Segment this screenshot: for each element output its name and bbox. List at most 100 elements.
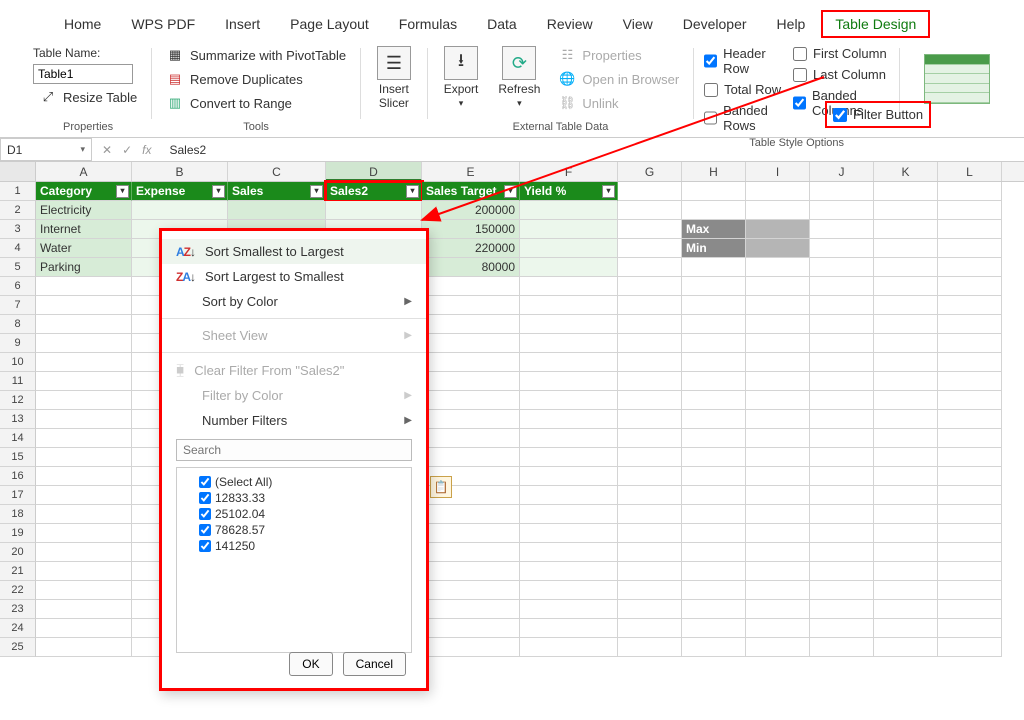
tab-insert[interactable]: Insert	[211, 10, 274, 38]
empty-cell[interactable]	[618, 372, 682, 391]
empty-cell[interactable]	[36, 562, 132, 581]
empty-cell[interactable]	[682, 524, 746, 543]
empty-cell[interactable]	[682, 562, 746, 581]
empty-cell[interactable]	[422, 524, 520, 543]
table-cell[interactable]	[520, 220, 618, 239]
empty-cell[interactable]	[874, 239, 938, 258]
empty-cell[interactable]	[422, 543, 520, 562]
empty-cell[interactable]	[938, 353, 1002, 372]
empty-cell[interactable]	[618, 410, 682, 429]
empty-cell[interactable]	[520, 277, 618, 296]
empty-cell[interactable]	[938, 239, 1002, 258]
empty-cell[interactable]	[938, 600, 1002, 619]
table-header-sales target[interactable]: Sales Target▾	[422, 182, 520, 201]
empty-cell[interactable]	[618, 353, 682, 372]
row-header-10[interactable]: 10	[0, 353, 36, 372]
empty-cell[interactable]	[810, 258, 874, 277]
row-header-12[interactable]: 12	[0, 391, 36, 410]
empty-cell[interactable]	[422, 448, 520, 467]
empty-cell[interactable]	[810, 410, 874, 429]
table-cell[interactable]	[228, 201, 326, 220]
row-header-2[interactable]: 2	[0, 201, 36, 220]
empty-cell[interactable]	[810, 448, 874, 467]
empty-cell[interactable]	[746, 410, 810, 429]
empty-cell[interactable]	[682, 581, 746, 600]
empty-cell[interactable]	[682, 505, 746, 524]
empty-cell[interactable]	[746, 391, 810, 410]
empty-cell[interactable]	[746, 277, 810, 296]
filter-button-checkbox[interactable]: Filter Button	[831, 105, 925, 124]
cell-category[interactable]: Parking	[36, 258, 132, 277]
row-header-23[interactable]: 23	[0, 600, 36, 619]
empty-cell[interactable]	[520, 543, 618, 562]
empty-cell[interactable]	[618, 600, 682, 619]
row-header-20[interactable]: 20	[0, 543, 36, 562]
row-header-21[interactable]: 21	[0, 562, 36, 581]
empty-cell[interactable]	[422, 429, 520, 448]
empty-cell[interactable]	[618, 505, 682, 524]
empty-cell[interactable]	[810, 600, 874, 619]
col-header-B[interactable]: B	[132, 162, 228, 181]
empty-cell[interactable]	[520, 562, 618, 581]
cell-min-value[interactable]	[746, 239, 810, 258]
empty-cell[interactable]	[810, 353, 874, 372]
empty-cell[interactable]	[618, 581, 682, 600]
empty-cell[interactable]	[938, 562, 1002, 581]
empty-cell[interactable]	[874, 410, 938, 429]
tab-formulas[interactable]: Formulas	[385, 10, 471, 38]
empty-cell[interactable]	[422, 638, 520, 657]
banded-rows-checkbox[interactable]: Banded Rows	[702, 101, 787, 135]
empty-cell[interactable]	[36, 296, 132, 315]
empty-cell[interactable]	[682, 201, 746, 220]
empty-cell[interactable]	[874, 448, 938, 467]
cell-max-label[interactable]: Max	[682, 220, 746, 239]
empty-cell[interactable]	[810, 239, 874, 258]
empty-cell[interactable]	[938, 277, 1002, 296]
row-header-4[interactable]: 4	[0, 239, 36, 258]
empty-cell[interactable]	[36, 524, 132, 543]
empty-cell[interactable]	[938, 201, 1002, 220]
col-header-D[interactable]: D	[326, 162, 422, 181]
empty-cell[interactable]	[36, 486, 132, 505]
remove-duplicates-button[interactable]: ▤ Remove Duplicates	[160, 68, 352, 90]
row-header-1[interactable]: 1	[0, 182, 36, 201]
empty-cell[interactable]	[422, 600, 520, 619]
empty-cell[interactable]	[874, 467, 938, 486]
empty-cell[interactable]	[746, 486, 810, 505]
empty-cell[interactable]	[36, 429, 132, 448]
filter-ok-button[interactable]: OK	[289, 652, 332, 676]
row-header-3[interactable]: 3	[0, 220, 36, 239]
col-header-L[interactable]: L	[938, 162, 1002, 181]
empty-cell[interactable]	[682, 372, 746, 391]
empty-cell[interactable]	[938, 220, 1002, 239]
empty-cell[interactable]	[682, 315, 746, 334]
empty-cell[interactable]	[874, 220, 938, 239]
table-cell[interactable]	[520, 258, 618, 277]
empty-cell[interactable]	[422, 410, 520, 429]
empty-cell[interactable]	[422, 505, 520, 524]
empty-cell[interactable]	[874, 638, 938, 657]
tab-view[interactable]: View	[609, 10, 667, 38]
sort-ascending-item[interactable]: AZ↓ Sort Smallest to Largest	[162, 239, 426, 264]
empty-cell[interactable]	[810, 277, 874, 296]
empty-cell[interactable]	[520, 391, 618, 410]
row-header-14[interactable]: 14	[0, 429, 36, 448]
table-cell[interactable]	[132, 201, 228, 220]
filter-value-item[interactable]: 78628.57	[185, 522, 403, 538]
empty-cell[interactable]	[746, 315, 810, 334]
empty-cell[interactable]	[520, 467, 618, 486]
empty-cell[interactable]	[810, 372, 874, 391]
row-header-18[interactable]: 18	[0, 505, 36, 524]
filter-value-item[interactable]: (Select All)	[185, 474, 403, 490]
empty-cell[interactable]	[874, 315, 938, 334]
refresh-button[interactable]: ⟳ Refresh▾	[490, 44, 548, 114]
empty-cell[interactable]	[618, 220, 682, 239]
empty-cell[interactable]	[938, 619, 1002, 638]
tab-table-design[interactable]: Table Design	[821, 10, 930, 38]
filter-drop-icon[interactable]: ▾	[406, 185, 419, 198]
empty-cell[interactable]	[36, 467, 132, 486]
empty-cell[interactable]	[618, 448, 682, 467]
empty-cell[interactable]	[938, 543, 1002, 562]
empty-cell[interactable]	[618, 182, 682, 201]
cell-category[interactable]: Internet	[36, 220, 132, 239]
